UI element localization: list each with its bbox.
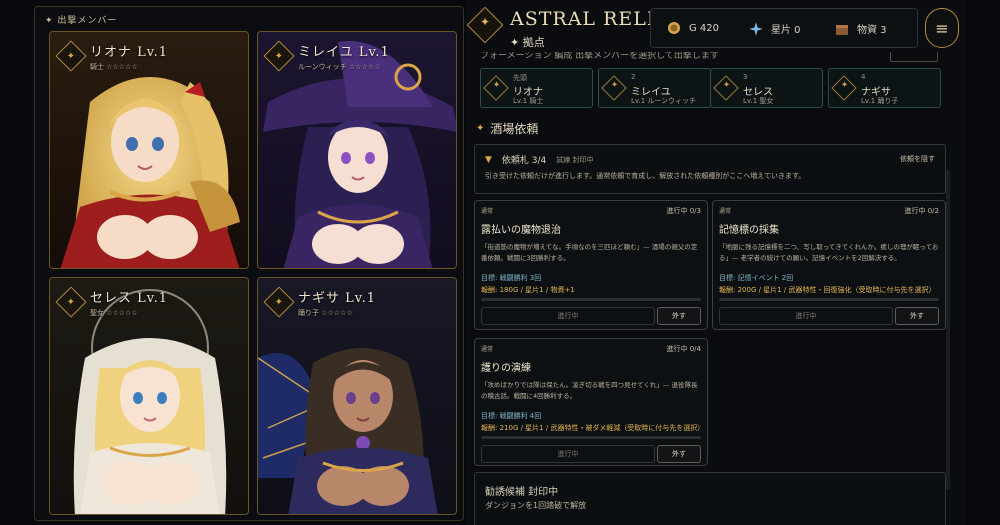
recruit-title: 勧誘候補 封印中	[485, 487, 559, 498]
quest-reward: 報酬: 200G / 星片1 / 武器特性・回復強化（受取時に付与先を選択）	[719, 286, 936, 294]
ticket-header[interactable]: ▼ 依頼札 3/4 試練 封印中	[485, 153, 594, 167]
shield-emblem-icon: ✦	[263, 40, 295, 72]
shield-emblem-icon	[831, 75, 857, 101]
slot-sub: Lv.1 ルーンウィッチ	[631, 97, 697, 105]
character-class: ルーンウィッチ ☆☆☆☆☆	[298, 62, 381, 71]
quest-progress-bar	[481, 298, 701, 301]
triangle-down-icon: ▼	[485, 154, 492, 165]
tavern-section-title: ✦ 酒場依頼	[476, 120, 538, 137]
nagisa-nameplate: ✦ ナギサ Lv.1 踊り子 ☆☆☆☆☆	[263, 284, 450, 320]
quest-reward: 報酬: 210G / 星片1 / 武器特性・被ダメ軽減（受取時に付与先を選択）	[481, 424, 705, 432]
material-resource: 物資 3	[835, 21, 887, 36]
formation-slot-3[interactable]: 3 セレス Lv.1 聖女	[710, 68, 823, 108]
quest-description: 「地脈に残る記憶標を二つ、写し取ってきてくれんか。癒しの理が眠っておる」— 老学…	[719, 243, 939, 262]
hide-quests-button[interactable]: 依頼を隠す	[900, 154, 935, 164]
in-progress-button[interactable]: 進行中	[481, 445, 655, 463]
party-card-mireille[interactable]: ✦ ミレイユ Lv.1 ルーンウィッチ ☆☆☆☆☆	[257, 31, 457, 269]
character-name: セレス Lv.1	[90, 290, 168, 306]
shield-emblem-icon	[601, 75, 627, 101]
quest-progress-bar	[719, 298, 939, 301]
ticket-description: 引き受けた依頼だけが進行します。通常依頼で育成し、解放された依頼種別がここへ増え…	[485, 172, 806, 180]
in-progress-button[interactable]: 進行中	[719, 307, 893, 325]
quest-card-2[interactable]: 通常 進行中 0/2 記憶標の採集 「地脈に残る記憶標を二つ、写し取ってきてくれ…	[712, 200, 946, 330]
diamond-icon: ✦	[476, 123, 485, 134]
recruit-unlock-desc: ダンジョンを1回踏破で解放	[485, 501, 587, 510]
formation-header-partial: フォーメーション 編成 出撃メンバーを選択して出撃します	[480, 52, 719, 61]
scrollbar[interactable]	[946, 170, 950, 490]
slot-index: 3	[743, 73, 748, 81]
shield-emblem-icon	[713, 75, 739, 101]
formation-slot-2[interactable]: 2 ミレイユ Lv.1 ルーンウィッチ	[598, 68, 711, 108]
app-title: ASTRAL RELIC	[510, 8, 671, 30]
quest-card-1[interactable]: 通常 進行中 0/3 露払いの魔物退治 「街道筋の魔物が増えてな。手頃なのを三匹…	[474, 200, 708, 330]
quest-title: 露払いの魔物退治	[481, 225, 561, 236]
formation-action-button[interactable]	[890, 52, 938, 62]
character-name: リオナ Lv.1	[90, 44, 168, 60]
party-card-nagisa[interactable]: ✦ ナギサ Lv.1 踊り子 ☆☆☆☆☆	[257, 277, 457, 515]
gold-resource: G 420	[667, 21, 719, 35]
location-label: ✦ 拠点	[510, 36, 545, 49]
quest-description: 「攻めばかりでは隊は保たん。凌ぎ切る戦を四つ見せてくれ」— 退役隊長の稽古話。戦…	[481, 381, 698, 400]
in-progress-button[interactable]: 進行中	[481, 307, 655, 325]
quest-progress-bar	[481, 436, 701, 439]
riona-nameplate: ✦ リオナ Lv.1 騎士 ☆☆☆☆☆	[55, 38, 242, 74]
resource-bar: G 420 星片 0 物資 3	[650, 8, 918, 48]
ticket-status: 試練 封印中	[556, 155, 594, 164]
quest-title: 護りの演練	[481, 363, 531, 374]
slot-index: 先頭	[513, 74, 527, 82]
formation-slot-4[interactable]: 4 ナギサ Lv.1 踊り子	[828, 68, 941, 108]
quest-ticket-panel: ▼ 依頼札 3/4 試練 封印中 依頼を隠す 引き受けた依頼だけが進行します。通…	[474, 144, 946, 194]
character-class: 踊り子 ☆☆☆☆☆	[298, 308, 353, 317]
quest-goal: 目標: 戦闘勝利 4回	[481, 412, 542, 420]
character-name: ナギサ Lv.1	[298, 290, 376, 306]
star-resource: 星片 0	[749, 21, 801, 36]
ticket-title: 依頼札 3/4	[501, 156, 547, 166]
quest-progress: 進行中 0/2	[904, 207, 940, 215]
gold-coin-icon	[668, 22, 680, 34]
supply-crate-icon	[836, 24, 848, 35]
hamburger-menu-icon[interactable]: ≡	[925, 8, 959, 48]
quest-card-3[interactable]: 通常 進行中 0/4 護りの演練 「攻めばかりでは隊は保たん。凌ぎ切る戦を四つ見…	[474, 338, 708, 466]
slot-index: 4	[861, 73, 866, 81]
remove-quest-button[interactable]: 外す	[657, 307, 701, 325]
quest-tag: 通常	[481, 346, 494, 353]
shield-emblem-icon	[483, 75, 509, 101]
quest-tag: 通常	[481, 208, 494, 215]
quest-goal: 目標: 戦闘勝利 3回	[481, 274, 542, 282]
character-class: 聖女 ☆☆☆☆☆	[90, 308, 138, 317]
slot-sub: Lv.1 踊り子	[861, 97, 899, 105]
slot-index: 2	[631, 73, 636, 81]
quest-reward: 報酬: 180G / 星片1 / 物資+1	[481, 286, 575, 294]
star-amount: 星片 0	[771, 25, 801, 36]
quest-description: 「街道筋の魔物が増えてな。手頃なのを三匹ほど頼む」— 酒場の親父の定番依頼。戦闘…	[481, 243, 698, 262]
seres-nameplate: ✦ セレス Lv.1 聖女 ☆☆☆☆☆	[55, 284, 242, 320]
party-panel: ✦ 出撃メンバー ✦ リオナ Lv.1 騎士 ☆☆☆☆☆ ✦ ミレイユ Lv.1…	[34, 6, 464, 521]
quest-progress: 進行中 0/4	[666, 345, 702, 353]
recruit-panel: 勧誘候補 封印中 ダンジョンを1回踏破で解放	[474, 472, 946, 525]
remove-quest-button[interactable]: 外す	[895, 307, 939, 325]
quest-tag: 通常	[719, 208, 732, 215]
party-card-riona[interactable]: ✦ リオナ Lv.1 騎士 ☆☆☆☆☆	[49, 31, 249, 269]
character-name: ミレイユ Lv.1	[298, 44, 390, 60]
gold-amount: G 420	[689, 22, 720, 34]
party-title: ✦ 出撃メンバー	[45, 16, 118, 26]
star-shard-icon	[749, 21, 763, 36]
quest-goal: 目標: 記憶イベント 2回	[719, 274, 794, 282]
tavern-title: 酒場依頼	[490, 122, 539, 136]
quest-title: 記憶標の採集	[719, 225, 779, 236]
slot-sub: Lv.1 騎士	[513, 97, 544, 105]
shield-emblem-icon: ✦	[55, 40, 87, 72]
character-class: 騎士 ☆☆☆☆☆	[90, 62, 138, 71]
slot-sub: Lv.1 聖女	[743, 97, 774, 105]
mireille-nameplate: ✦ ミレイユ Lv.1 ルーンウィッチ ☆☆☆☆☆	[263, 38, 450, 74]
quest-progress: 進行中 0/3	[666, 207, 702, 215]
shield-emblem-icon: ✦	[263, 286, 295, 318]
party-card-seres[interactable]: ✦ セレス Lv.1 聖女 ☆☆☆☆☆	[49, 277, 249, 515]
shield-emblem-icon: ✦	[55, 286, 87, 318]
formation-slot-1[interactable]: 先頭 リオナ Lv.1 騎士	[480, 68, 593, 108]
material-amount: 物資 3	[857, 25, 887, 36]
remove-quest-button[interactable]: 外す	[657, 445, 701, 463]
base-scroll-area[interactable]: フォーメーション 編成 出撃メンバーを選択して出撃します 先頭 リオナ Lv.1…	[470, 52, 950, 525]
